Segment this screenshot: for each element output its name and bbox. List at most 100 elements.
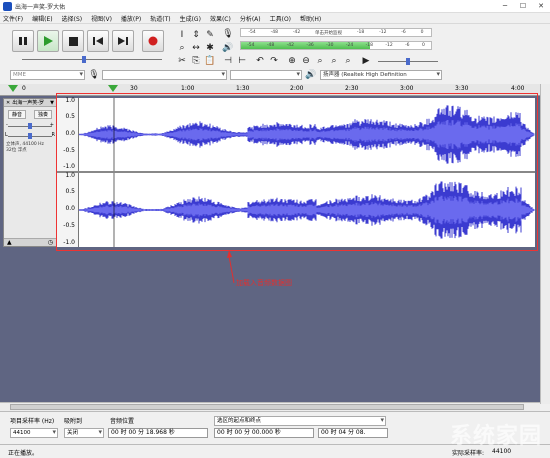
- menu-generate[interactable]: 生成(G): [180, 14, 201, 23]
- menu-select[interactable]: 选择(S): [62, 14, 83, 23]
- playback-volume-slider[interactable]: [12, 56, 162, 64]
- track-close-icon[interactable]: ✕: [6, 100, 10, 106]
- title-bar: 出海一声笑-罗大佑 ─ ☐ ✕: [0, 0, 550, 13]
- horizontal-scrollbar[interactable]: [0, 402, 540, 411]
- paste-icon[interactable]: 📋: [204, 55, 216, 67]
- speaker-icon: 🔊: [305, 70, 317, 80]
- pause-icon: [19, 37, 27, 45]
- ruler-label-1-00: 1:00: [181, 85, 195, 92]
- track-header[interactable]: ✕ 出海一声笑-罗 ▼: [4, 99, 56, 107]
- ruler-label-4-00: 4:00: [511, 85, 525, 92]
- ruler-label-2-30: 2:30: [345, 85, 359, 92]
- fit-project-icon[interactable]: ⌕: [328, 55, 340, 67]
- record-button[interactable]: [142, 30, 164, 52]
- window-title: 出海一声笑-罗大佑: [15, 3, 66, 11]
- status-text: 正在播放。: [8, 450, 39, 457]
- skip-end-button[interactable]: [112, 30, 134, 52]
- selection-tool-icon[interactable]: I: [176, 29, 188, 41]
- pause-button[interactable]: [12, 30, 34, 52]
- snap-to-label: 吸附到: [64, 418, 83, 425]
- skip-start-icon: [93, 37, 103, 45]
- menu-tools[interactable]: 工具(O): [270, 14, 291, 23]
- project-rate-select[interactable]: 44100: [10, 428, 58, 438]
- skip-end-icon: [118, 37, 128, 45]
- draw-tool-icon[interactable]: ✎: [204, 29, 216, 41]
- ruler-label-3-00: 3:00: [400, 85, 414, 92]
- pan-slider[interactable]: L R: [5, 132, 55, 139]
- close-button[interactable]: ✕: [532, 0, 550, 13]
- microphone-icon: 🎙: [88, 70, 100, 80]
- maximize-button[interactable]: ☐: [514, 0, 532, 13]
- stop-icon: [68, 36, 78, 46]
- play-button[interactable]: [37, 30, 59, 52]
- selection-end-field[interactable]: 00 时 04 分 08.: [318, 428, 388, 438]
- timeshift-tool-icon[interactable]: ↔: [190, 42, 202, 54]
- play-at-speed-icon[interactable]: ▶: [360, 55, 372, 67]
- copy-icon[interactable]: ⎘: [190, 55, 202, 67]
- menu-tracks[interactable]: 轨道(T): [150, 14, 170, 23]
- app-icon: [3, 1, 12, 11]
- snap-to-select[interactable]: 关闭: [64, 428, 104, 438]
- play-head-icon: [8, 85, 18, 92]
- menu-transport[interactable]: 播放(P): [121, 14, 141, 23]
- audio-position-field[interactable]: 00 时 00 分 18.968 秒: [108, 428, 208, 438]
- menu-bar: 文件(F) 编辑(E) 选择(S) 视图(V) 播放(P) 轨道(T) 生成(G…: [0, 13, 550, 24]
- ruler-label-2-00: 2:00: [290, 85, 304, 92]
- zoom-in-icon[interactable]: ⊕: [286, 55, 298, 67]
- selection-mode-select[interactable]: 选区的起点和终点: [214, 416, 386, 426]
- cut-icon[interactable]: ✂: [176, 55, 188, 67]
- track-control-panel[interactable]: ✕ 出海一声笑-罗 ▼ 静音 独奏 - + L R 立体声, 44100 Hz …: [3, 98, 57, 247]
- audio-host-select[interactable]: MME: [10, 70, 85, 80]
- menu-view[interactable]: 视图(V): [91, 14, 112, 23]
- collapse-track-icon[interactable]: ▲: [7, 239, 12, 246]
- stop-button[interactable]: [62, 30, 84, 52]
- playback-meter-icon[interactable]: 🔊: [222, 42, 234, 54]
- menu-file[interactable]: 文件(F): [3, 14, 23, 23]
- project-rate-label: 项目采样率 (Hz): [10, 418, 55, 425]
- mute-button[interactable]: 静音: [7, 110, 26, 119]
- record-meter[interactable]: -54 -48 -42 单击开始监视 -18 -12 -6 0: [240, 28, 432, 37]
- redo-icon[interactable]: ↷: [268, 55, 280, 67]
- track-info: 立体声, 44100 Hz 32位 浮点: [6, 142, 44, 153]
- playback-device-select[interactable]: 扬声器 (Realtek High Definition: [320, 70, 442, 80]
- menu-effect[interactable]: 效果(C): [210, 14, 231, 23]
- play-speed-slider[interactable]: [378, 58, 438, 66]
- multi-tool-icon[interactable]: ✱: [204, 42, 216, 54]
- play-icon: [44, 36, 53, 46]
- fit-selection-icon[interactable]: ⌕: [314, 55, 326, 67]
- ruler-label-3-30: 3:30: [455, 85, 469, 92]
- zoom-out-icon[interactable]: ⊖: [300, 55, 312, 67]
- minimize-button[interactable]: ─: [496, 0, 514, 13]
- vertical-scrollbar[interactable]: [540, 84, 550, 404]
- menu-help[interactable]: 帮助(H): [300, 14, 321, 23]
- silence-icon[interactable]: ⊢: [236, 55, 248, 67]
- gain-slider[interactable]: - +: [6, 122, 54, 129]
- toolbars: I ⇕ ✎ ⌕ ↔ ✱ 🎙 🔊 -54 -48 -42 单击开始监视 -18 -12 -6 0…: [0, 25, 550, 84]
- menu-analyze[interactable]: 分析(A): [240, 14, 261, 23]
- record-icon: [148, 36, 158, 46]
- selection-start-field[interactable]: 00 时 00 分 00.000 秒: [214, 428, 314, 438]
- record-meter-icon[interactable]: 🎙: [222, 28, 234, 40]
- menu-edit[interactable]: 编辑(E): [32, 14, 52, 23]
- watermark-logo: 系统家园: [449, 424, 542, 449]
- audio-position-label: 音频位置: [110, 418, 135, 425]
- zoom-toggle-icon[interactable]: ⌕: [342, 55, 354, 67]
- ruler-label-0: 0: [22, 85, 26, 92]
- skip-start-button[interactable]: [87, 30, 109, 52]
- envelope-tool-icon[interactable]: ⇕: [190, 29, 202, 41]
- undo-icon[interactable]: ↶: [254, 55, 266, 67]
- playback-meter[interactable]: -54 -48 -42 -36 -30 -24 -18 -12 -6 0: [240, 41, 432, 50]
- recording-channels-select[interactable]: [230, 70, 302, 80]
- track-sync-icon: ◷: [47, 239, 53, 246]
- annotation-text: 加载入音频数据图: [236, 279, 292, 287]
- track-menu-chevron-icon[interactable]: ▼: [50, 100, 54, 106]
- zoom-tool-icon[interactable]: ⌕: [176, 42, 188, 54]
- trim-icon[interactable]: ⊣: [222, 55, 234, 67]
- solo-button[interactable]: 独奏: [33, 110, 52, 119]
- ruler-label-1-30: 1:30: [236, 85, 250, 92]
- track-name[interactable]: 出海一声笑-罗: [12, 99, 44, 106]
- annotation-highlight-box: [56, 93, 538, 251]
- horizontal-scroll-thumb[interactable]: [10, 404, 524, 410]
- ruler-label-30: 30: [130, 85, 138, 92]
- recording-device-select[interactable]: [102, 70, 227, 80]
